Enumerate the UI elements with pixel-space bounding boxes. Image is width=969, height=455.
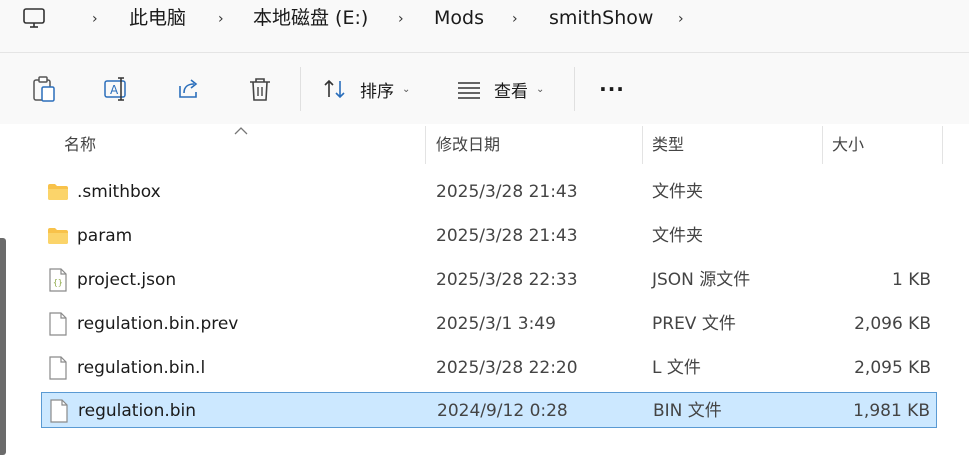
file-row[interactable]: .smithbox 2025/3/28 21:43 文件夹 [41, 174, 937, 210]
chevron-right-icon[interactable]: › [218, 11, 232, 27]
sort-ascending-icon [234, 124, 248, 138]
computer-icon[interactable] [20, 4, 48, 32]
paste-button[interactable] [26, 67, 62, 111]
column-divider[interactable] [822, 126, 823, 164]
sort-icon [322, 77, 348, 101]
chevron-right-icon[interactable]: › [92, 11, 106, 27]
file-date: 2025/3/28 22:33 [436, 270, 578, 290]
file-type: PREV 文件 [652, 314, 736, 334]
file-name: param [77, 226, 133, 246]
svg-text:{}: {} [53, 278, 63, 287]
view-list-icon [456, 77, 482, 101]
file-row[interactable]: regulation.bin.l 2025/3/28 22:20 L 文件 2,… [41, 350, 937, 386]
scrollbar[interactable] [0, 238, 6, 455]
file-row[interactable]: regulation.bin.prev 2025/3/1 3:49 PREV 文… [41, 306, 937, 342]
file-icon [47, 356, 69, 380]
file-row[interactable]: {} project.json 2025/3/28 22:33 JSON 源文件… [41, 262, 937, 298]
toolbar-divider [574, 67, 575, 111]
trash-icon [247, 75, 273, 103]
more-options-button[interactable]: ··· [592, 67, 632, 111]
breadcrumb-smithshow[interactable]: smithShow [549, 6, 653, 30]
sort-label: 排序 [360, 81, 394, 102]
file-name: project.json [77, 270, 177, 290]
chevron-right-icon[interactable]: › [512, 11, 526, 27]
file-name: regulation.bin [78, 401, 197, 421]
column-divider[interactable] [642, 126, 643, 164]
address-bar[interactable]: › 此电脑 › 本地磁盘 (E:) › Mods › smithShow › [0, 0, 969, 52]
file-size: 2,096 KB [854, 314, 931, 334]
file-type: JSON 源文件 [652, 270, 751, 290]
rename-button[interactable]: A [98, 67, 134, 111]
folder-icon [47, 180, 69, 204]
column-divider[interactable] [942, 126, 943, 164]
chevron-right-icon[interactable]: › [678, 11, 692, 27]
folder-icon [47, 224, 69, 248]
column-header-size[interactable]: 大小 [832, 134, 864, 156]
breadcrumb-drive-e[interactable]: 本地磁盘 (E:) [253, 6, 368, 30]
delete-button[interactable] [242, 67, 278, 111]
file-date: 2024/9/12 0:28 [437, 401, 568, 421]
file-row[interactable]: param 2025/3/28 21:43 文件夹 [41, 218, 937, 254]
breadcrumb-mods[interactable]: Mods [434, 6, 484, 30]
column-header-name[interactable]: 名称 [64, 134, 96, 156]
rename-icon: A [102, 75, 130, 103]
file-date: 2025/3/28 21:43 [436, 182, 578, 202]
chevron-right-icon[interactable]: › [398, 11, 412, 27]
file-date: 2025/3/1 3:49 [436, 314, 556, 334]
column-header-date[interactable]: 修改日期 [436, 134, 500, 156]
file-date: 2025/3/28 22:20 [436, 358, 578, 378]
file-icon [47, 312, 69, 336]
column-header-type[interactable]: 类型 [652, 134, 684, 156]
file-row-selected[interactable]: regulation.bin 2024/9/12 0:28 BIN 文件 1,9… [41, 392, 937, 428]
file-type: BIN 文件 [653, 401, 722, 421]
column-divider[interactable] [425, 126, 426, 164]
svg-text:A: A [110, 83, 119, 97]
more-icon: ··· [599, 77, 625, 101]
chevron-down-icon: ⌄ [402, 83, 411, 95]
file-size: 1,981 KB [853, 401, 930, 421]
file-size: 1 KB [891, 270, 931, 290]
chevron-down-icon: ⌄ [536, 83, 545, 95]
json-file-icon: {} [47, 268, 69, 292]
file-icon [48, 399, 70, 423]
clipboard-icon [31, 75, 57, 103]
share-button[interactable] [170, 67, 206, 111]
file-date: 2025/3/28 21:43 [436, 226, 578, 246]
breadcrumb-this-pc[interactable]: 此电脑 [129, 6, 186, 30]
view-button[interactable]: 查看 ⌄ [456, 67, 556, 111]
file-list: 名称 修改日期 类型 大小 .smithbox 2025/3/28 21:43 … [0, 124, 969, 455]
command-bar: A 排序 ⌄ 查看 ⌄ ··· [0, 52, 969, 124]
column-header-row: 名称 修改日期 类型 大小 [0, 124, 969, 166]
file-type: L 文件 [652, 358, 701, 378]
share-icon [174, 75, 202, 103]
file-name: regulation.bin.prev [77, 314, 239, 334]
file-size: 2,095 KB [854, 358, 931, 378]
file-type: 文件夹 [652, 226, 703, 246]
file-name: regulation.bin.l [77, 358, 206, 378]
sort-button[interactable]: 排序 ⌄ [322, 67, 422, 111]
toolbar-divider [300, 67, 301, 111]
view-label: 查看 [494, 81, 528, 102]
file-name: .smithbox [77, 182, 161, 202]
file-explorer-window: › 此电脑 › 本地磁盘 (E:) › Mods › smithShow › A [0, 0, 969, 455]
file-type: 文件夹 [652, 182, 703, 202]
